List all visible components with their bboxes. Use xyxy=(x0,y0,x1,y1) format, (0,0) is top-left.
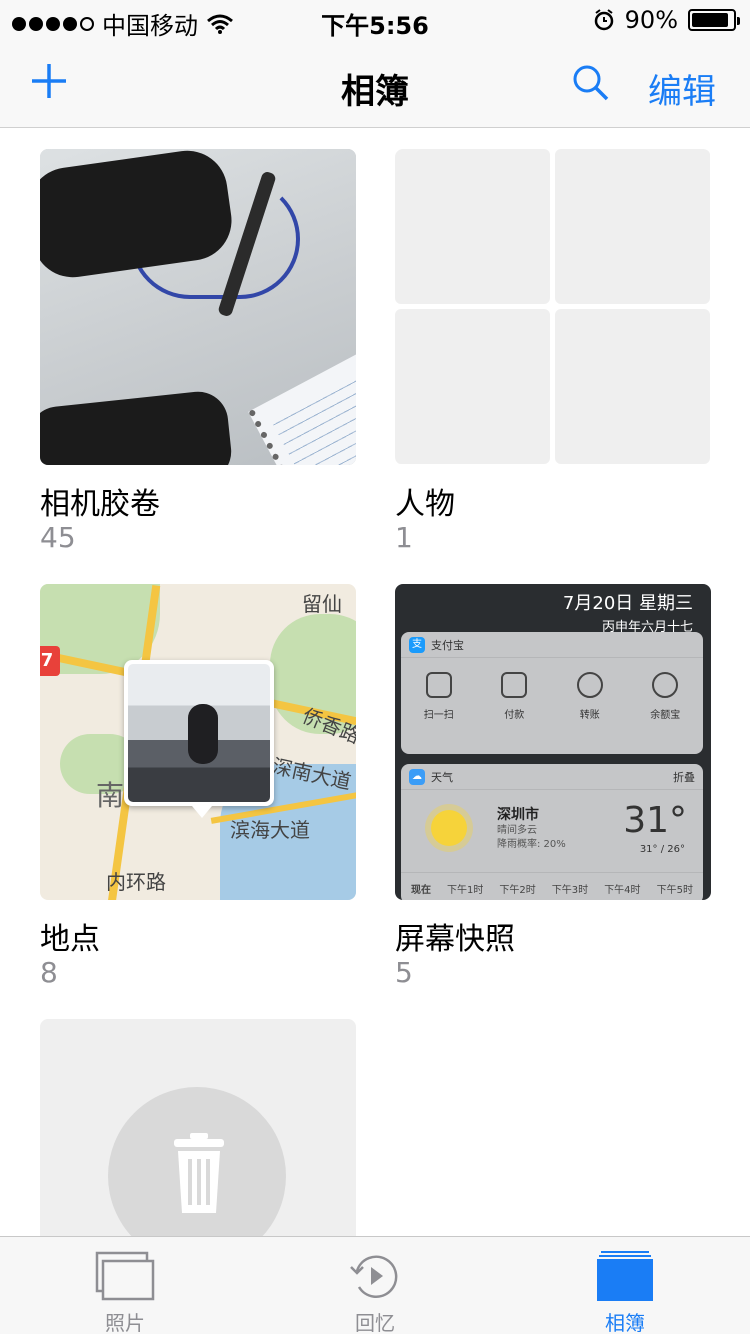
navigation-bar: 相簿 编辑 xyxy=(0,40,750,128)
album-places[interactable]: 7 留仙 侨香路 深南大道 滨海大道 内环路 南 地点 8 xyxy=(40,584,356,989)
map-preview: 7 留仙 侨香路 深南大道 滨海大道 内环路 南 xyxy=(40,584,356,900)
album-count: 8 xyxy=(40,956,58,989)
battery-icon xyxy=(688,9,740,31)
album-cover-photo xyxy=(40,149,356,465)
road-badge: 7 xyxy=(40,646,60,676)
placeholder-cell xyxy=(555,149,710,304)
album-name: 相机胶卷 xyxy=(40,487,160,522)
tab-albums[interactable]: 相簿 xyxy=(500,1237,750,1334)
placeholder-cell xyxy=(555,309,710,464)
album-count: 45 xyxy=(40,521,76,554)
search-icon[interactable] xyxy=(572,64,610,102)
albums-icon xyxy=(597,1251,653,1301)
money-bag-icon xyxy=(652,672,679,698)
photos-icon xyxy=(95,1251,155,1301)
battery-percent: 90% xyxy=(624,6,678,34)
screenshot-preview: 7月20日 星期三 丙申年六月十七 支 支付宝 扫一扫 付款 转账 余额宝 ☁ xyxy=(395,584,711,900)
placeholder-cell xyxy=(395,149,550,304)
transfer-icon xyxy=(576,672,603,698)
tab-label: 照片 xyxy=(105,1311,145,1334)
alarm-icon xyxy=(594,9,613,31)
alipay-widget: 支 支付宝 扫一扫 付款 转账 余额宝 xyxy=(401,632,703,754)
map-label: 南 xyxy=(96,779,125,812)
weather-widget: ☁ 天气 折叠 深圳市 晴间多云 降雨概率: 20% 31° 31° / 26° … xyxy=(401,764,703,900)
edit-button[interactable]: 编辑 xyxy=(648,64,716,113)
tab-photos[interactable]: 照片 xyxy=(0,1237,250,1334)
tab-label: 回忆 xyxy=(355,1311,395,1334)
album-screenshots[interactable]: 7月20日 星期三 丙申年六月十七 支 支付宝 扫一扫 付款 转账 余额宝 ☁ xyxy=(395,584,711,989)
tab-memories[interactable]: 回忆 xyxy=(250,1237,500,1334)
album-people[interactable]: 人物 1 xyxy=(395,149,711,554)
map-label: 留仙 xyxy=(302,592,342,616)
scan-icon xyxy=(425,672,452,698)
album-count: 5 xyxy=(395,956,413,989)
album-camera-roll[interactable]: 相机胶卷 45 xyxy=(40,149,356,554)
album-count: 1 xyxy=(395,521,413,554)
placeholder-cell xyxy=(395,309,550,464)
trash-icon xyxy=(174,1133,224,1213)
memories-icon xyxy=(350,1255,398,1298)
alipay-icon: 支 xyxy=(409,636,425,653)
weather-app-icon: ☁ xyxy=(409,768,425,785)
map-label: 内环路 xyxy=(106,870,166,894)
album-name: 地点 xyxy=(40,922,100,957)
barcode-icon xyxy=(501,672,528,698)
map-photo-pin xyxy=(124,660,274,818)
sun-icon xyxy=(431,810,467,846)
page-title: 相簿 xyxy=(341,72,409,112)
album-cover-grid xyxy=(395,149,711,465)
tab-label: 相簿 xyxy=(605,1311,645,1334)
status-bar: 中国移动 下午5:56 90% xyxy=(0,0,750,40)
map-label: 滨海大道 xyxy=(230,818,310,842)
tab-bar: 照片 回忆 相簿 xyxy=(0,1236,750,1334)
status-right: 90% xyxy=(593,6,740,34)
album-name: 屏幕快照 xyxy=(395,922,515,957)
album-name: 人物 xyxy=(395,487,455,522)
